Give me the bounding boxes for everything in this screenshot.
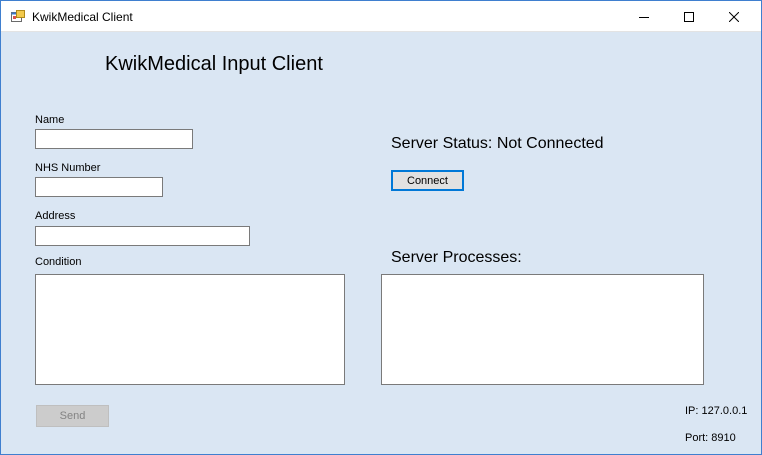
nhs-number-label: NHS Number xyxy=(35,162,101,174)
minimize-button[interactable] xyxy=(621,1,666,32)
name-label: Name xyxy=(35,114,65,126)
maximize-button[interactable] xyxy=(666,1,711,32)
server-processes-textarea[interactable] xyxy=(381,274,704,385)
port-label: Port: 8910 xyxy=(685,432,736,444)
minimize-icon xyxy=(638,16,649,18)
window-title: KwikMedical Client xyxy=(32,10,133,24)
server-processes-label: Server Processes: xyxy=(391,249,522,266)
close-icon xyxy=(728,11,739,22)
maximize-icon xyxy=(683,11,694,22)
send-button[interactable]: Send xyxy=(36,405,109,427)
address-label: Address xyxy=(35,210,76,222)
server-status-text: Server Status: Not Connected xyxy=(391,135,604,152)
nhs-number-field[interactable] xyxy=(35,177,163,197)
ip-label: IP: 127.0.0.1 xyxy=(685,405,748,417)
app-window: KwikMedical Client KwikMedical Input Cli… xyxy=(0,0,762,455)
condition-textarea[interactable] xyxy=(35,274,345,385)
page-title: KwikMedical Input Client xyxy=(105,53,323,75)
title-bar[interactable]: KwikMedical Client xyxy=(1,1,761,32)
condition-label: Condition xyxy=(35,256,82,268)
connect-button[interactable]: Connect xyxy=(391,170,464,191)
close-button[interactable] xyxy=(711,1,756,32)
client-area: KwikMedical Input Client Name NHS Number… xyxy=(2,32,762,455)
name-field[interactable] xyxy=(35,129,193,149)
app-window-icon xyxy=(11,10,25,22)
address-field[interactable] xyxy=(35,226,250,246)
